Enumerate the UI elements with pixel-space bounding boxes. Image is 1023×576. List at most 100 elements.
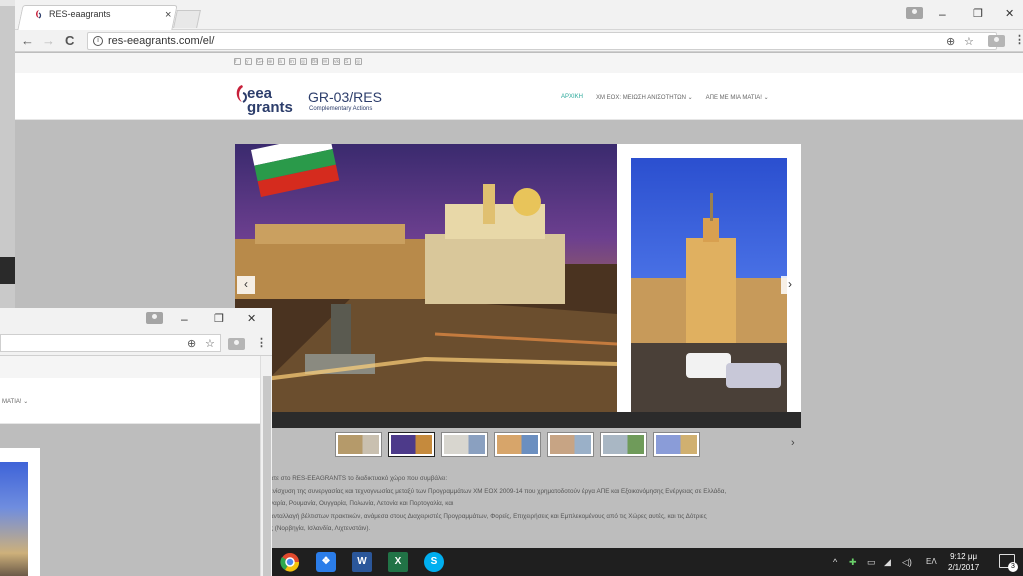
- carousel-thumbnail[interactable]: [494, 432, 541, 457]
- reload-button[interactable]: C: [65, 34, 74, 47]
- address-bar[interactable]: i res-eeagrants.com/el/ ⊕ ☆: [87, 32, 997, 50]
- url-text: res-eeagrants.com/el/: [108, 35, 215, 47]
- secondary-nav-fragment[interactable]: ΜΑΤΙΑ! ⌄: [2, 398, 28, 405]
- site-intro-text: ατε στο RES-EEAGRANTS το διαδικτυακό χώρ…: [270, 473, 726, 536]
- secondary-address-bar[interactable]: ⊕ ☆: [0, 334, 221, 352]
- minimize-button[interactable]: –: [939, 7, 946, 21]
- social-link-icon[interactable]: ◎: [355, 58, 362, 65]
- secondary-scrollbar-thumb[interactable]: [263, 376, 271, 576]
- secondary-site-topbar: [0, 356, 272, 378]
- taskbar-skype-app[interactable]: S: [424, 552, 444, 572]
- secondary-bookmark-star-icon[interactable]: ☆: [205, 337, 215, 350]
- language-indicator[interactable]: ΕΛ: [926, 557, 937, 566]
- secondary-carousel-fragment: [0, 448, 40, 576]
- secondary-slide-image: [0, 462, 28, 576]
- dropbox-icon: ❖: [316, 552, 336, 572]
- secondary-menu-icon[interactable]: ⋮: [256, 336, 267, 349]
- secondary-close-button[interactable]: ✕: [247, 312, 256, 325]
- taskbar-excel-app[interactable]: X: [388, 552, 408, 572]
- intro-line: ενίσχυση της συνεργασίας και τεχνογνωσία…: [270, 487, 727, 495]
- social-links: f y G+ ⊕ ä in ◎ Bē ✉ vk S ◎: [234, 58, 362, 65]
- taskbar-chrome-app[interactable]: [280, 552, 300, 572]
- social-link-icon[interactable]: Bē: [311, 58, 318, 65]
- volume-icon[interactable]: ◁): [902, 557, 912, 568]
- nav-res-at-a-glance[interactable]: ΑΠΕ ΜΕ ΜΙΑ ΜΑΤΙΑ! ⌄: [706, 94, 769, 101]
- wifi-icon[interactable]: ◢: [884, 557, 891, 568]
- extension-icon[interactable]: [988, 35, 1005, 47]
- forward-button[interactable]: →: [42, 34, 55, 47]
- zoom-icon[interactable]: ⊕: [946, 34, 955, 50]
- back-button[interactable]: ←: [21, 34, 34, 47]
- tab-content: RES-eaagrants: [33, 9, 111, 19]
- image-carousel: ‹ ›: [235, 144, 801, 428]
- taskbar-dropbox-app[interactable]: ❖: [316, 552, 336, 572]
- secondary-extension-icon[interactable]: [228, 338, 245, 350]
- social-link-icon[interactable]: y: [245, 58, 252, 65]
- intro-line: ς (Νορβηγία, Ισλανδία, Λιχτενστάιν).: [270, 525, 371, 532]
- secondary-minimize-button[interactable]: –: [181, 312, 188, 326]
- word-icon: W: [352, 552, 372, 572]
- thumbnail-image: [550, 435, 591, 454]
- thumbnail-image: [656, 435, 697, 454]
- tab-strip: RES-eaagrants × – ❐ ✕: [15, 0, 1023, 30]
- secondary-user-profile-icon[interactable]: [146, 312, 163, 324]
- secondary-title-bar: – ❐ ✕: [0, 308, 272, 330]
- close-button[interactable]: ✕: [1005, 7, 1014, 20]
- user-profile-icon[interactable]: [906, 7, 923, 19]
- tray-chevron-icon[interactable]: ^: [833, 557, 837, 567]
- social-link-icon[interactable]: G+: [256, 58, 264, 65]
- browser-window-secondary: – ❐ ✕ ⊕ ☆ ⋮ ΜΑΤΙΑ! ⌄: [0, 308, 272, 576]
- social-link-icon[interactable]: S: [344, 58, 351, 65]
- background-window-fragment: [0, 0, 15, 6]
- new-tab-button[interactable]: [173, 10, 201, 28]
- info-icon[interactable]: i: [93, 36, 103, 46]
- carousel-thumbnail[interactable]: [335, 432, 382, 457]
- site-navigation: ΑΡΧΙΚΗ ΧΜ ΕΟΧ: ΜΕΙΩΣΗ ΑΝΙΣΟΤΗΤΩΝ ⌄ ΑΠΕ Μ…: [561, 94, 769, 101]
- secondary-restore-button[interactable]: ❐: [214, 312, 224, 325]
- carousel-next-button[interactable]: ›: [781, 276, 799, 294]
- clock-time: 9:12 μμ: [950, 552, 978, 561]
- social-link-icon[interactable]: ✉: [322, 58, 329, 65]
- carousel-thumbnail[interactable]: [653, 432, 700, 457]
- background-dark-fragment: [0, 257, 15, 284]
- taskbar-word-app[interactable]: W: [352, 552, 372, 572]
- chrome-icon: [280, 553, 300, 572]
- restore-button[interactable]: ❐: [973, 7, 983, 20]
- secondary-site-header: ΜΑΤΙΑ! ⌄: [0, 378, 272, 424]
- battery-icon[interactable]: ▭: [867, 557, 876, 568]
- site-favicon-icon: [36, 10, 42, 19]
- carousel-slide-main[interactable]: [235, 144, 617, 412]
- skype-icon: S: [424, 552, 444, 572]
- tab-close-button[interactable]: ×: [165, 9, 171, 21]
- social-link-icon[interactable]: vk: [333, 58, 340, 65]
- clock[interactable]: 9:12 μμ 2/1/2017: [948, 551, 979, 573]
- secondary-scrollbar[interactable]: [260, 356, 272, 576]
- carousel-thumbnail[interactable]: [441, 432, 488, 457]
- intro-line: ανταλλαγή βέλτιστων πρακτικών, ανάμεσα σ…: [270, 512, 707, 520]
- carousel-thumbnail[interactable]: [388, 432, 435, 457]
- social-link-icon[interactable]: f: [234, 58, 241, 65]
- carousel-thumbnail[interactable]: [600, 432, 647, 457]
- site-subtitle: Complementary Actions: [309, 106, 373, 112]
- site-title: GR-03/RES: [308, 89, 382, 105]
- social-link-icon[interactable]: ⊕: [267, 58, 274, 65]
- social-link-icon[interactable]: ◎: [300, 58, 307, 65]
- carousel-thumbnail[interactable]: [547, 432, 594, 457]
- carousel-slide-next[interactable]: [631, 158, 787, 412]
- carousel-prev-button[interactable]: ‹: [237, 276, 255, 294]
- social-link-icon[interactable]: ä: [278, 58, 285, 65]
- excel-icon: X: [388, 552, 408, 572]
- nav-eea-inequalities[interactable]: ΧΜ ΕΟΧ: ΜΕΙΩΣΗ ΑΝΙΣΟΤΗΤΩΝ ⌄: [596, 94, 693, 101]
- bookmark-star-icon[interactable]: ☆: [964, 34, 974, 50]
- menu-icon[interactable]: ⋮: [1014, 33, 1023, 46]
- tray-network-app-icon[interactable]: ✚: [849, 557, 857, 568]
- nav-home[interactable]: ΑΡΧΙΚΗ: [561, 94, 583, 101]
- party-house-image: [631, 193, 787, 412]
- logo-grants-text: grants: [247, 99, 293, 116]
- thumbnails-next-button[interactable]: ›: [791, 437, 795, 449]
- social-link-icon[interactable]: in: [289, 58, 296, 65]
- clock-date: 2/1/2017: [948, 563, 980, 572]
- sofia-night-image: [235, 144, 617, 412]
- intro-line: ατε στο RES-EEAGRANTS το διαδικτυακό χώρ…: [270, 475, 448, 482]
- secondary-zoom-icon[interactable]: ⊕: [187, 337, 196, 350]
